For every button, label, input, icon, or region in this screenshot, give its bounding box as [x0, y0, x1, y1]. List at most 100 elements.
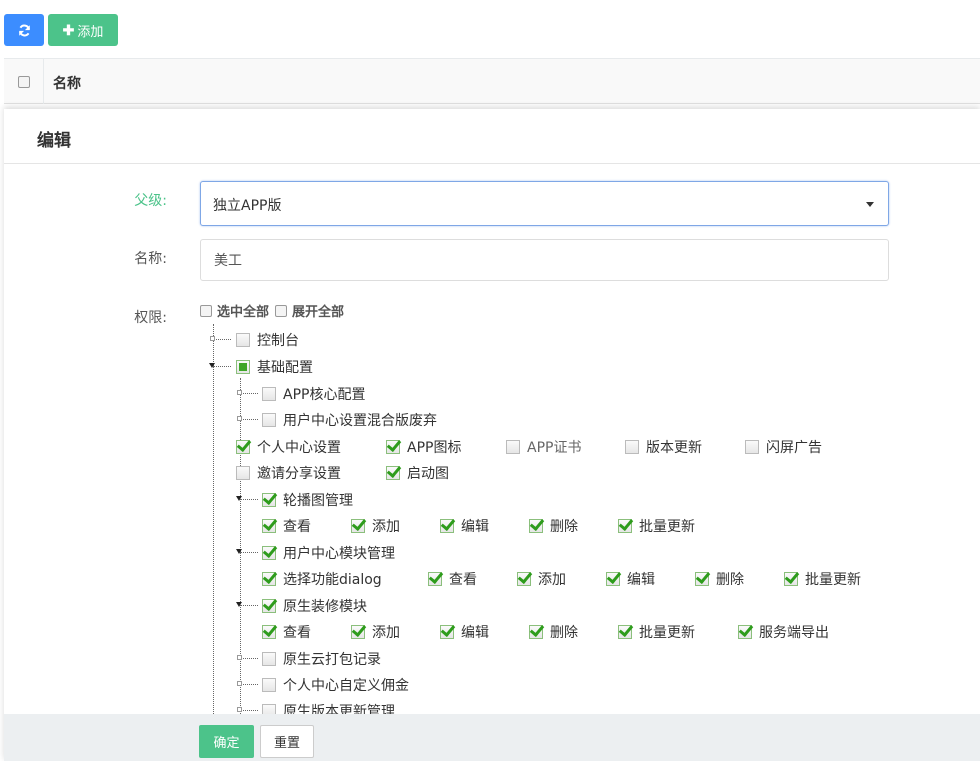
- checkbox-icon: [351, 625, 365, 639]
- tree-leaf[interactable]: 删除: [529, 622, 578, 642]
- checkbox-icon: [386, 440, 400, 454]
- checkbox-icon: [262, 572, 276, 586]
- refresh-icon: [18, 24, 30, 36]
- tree-line: [240, 419, 258, 420]
- column-header-name: 名称: [53, 76, 81, 92]
- checkbox-icon: [440, 519, 454, 533]
- reset-button[interactable]: 重置: [260, 725, 314, 758]
- tree-leaf-label: 添加: [538, 572, 566, 588]
- tree-leaf[interactable]: 闪屏广告: [745, 437, 822, 457]
- tree-leaf[interactable]: 删除: [529, 516, 578, 536]
- select-all-rows-checkbox[interactable]: [4, 59, 44, 104]
- tree-node-native-version[interactable]: 原生版本更新管理: [262, 701, 395, 714]
- modal-title: 编辑: [37, 131, 71, 151]
- tree-line: [213, 324, 214, 714]
- expand-all-toggle[interactable]: 展开全部: [275, 301, 344, 320]
- tree-leaf[interactable]: 服务端导出: [738, 622, 829, 642]
- expand-icon[interactable]: [237, 707, 242, 712]
- checkbox-icon: [236, 333, 250, 347]
- edit-modal: 编辑 父级: 独立APP版 名称: 权限: 选中全部 展开全部 控制台: [4, 109, 980, 761]
- tree-leaf[interactable]: 编辑: [606, 569, 655, 589]
- tree-leaf[interactable]: 添加: [517, 569, 566, 589]
- expand-icon[interactable]: [237, 655, 242, 660]
- tree-leaf[interactable]: 选择功能dialog: [262, 569, 382, 589]
- checkbox-icon: [606, 572, 620, 586]
- checkbox-icon: [275, 304, 288, 317]
- tree-leaf-label: 删除: [550, 625, 578, 641]
- collapse-icon[interactable]: [209, 363, 215, 368]
- tree-node-custom-commission[interactable]: 个人中心自定义佣金: [262, 675, 409, 695]
- add-button-label: 添加: [77, 23, 104, 39]
- checkbox-icon: [529, 519, 543, 533]
- tree-node-console[interactable]: 控制台: [236, 330, 299, 350]
- select-all-toggle[interactable]: 选中全部: [200, 301, 269, 320]
- tree-leaf-label: 闪屏广告: [766, 440, 822, 456]
- tree-leaf-label: 编辑: [461, 519, 489, 535]
- tree-node-label: 控制台: [257, 333, 299, 349]
- tree-leaf-label: 编辑: [461, 625, 489, 641]
- collapse-icon[interactable]: [236, 496, 242, 501]
- expand-icon[interactable]: [210, 336, 215, 341]
- tree-leaf-label: 选择功能dialog: [283, 572, 382, 588]
- tree-leaf[interactable]: 批量更新: [618, 516, 695, 536]
- add-button[interactable]: ✚ 添加: [48, 14, 118, 46]
- tree-leaf[interactable]: 查看: [262, 516, 311, 536]
- tree-node-label: 原生云打包记录: [283, 652, 381, 668]
- name-input[interactable]: [200, 239, 889, 281]
- tree-leaf-label: 查看: [283, 625, 311, 641]
- tree-leaf[interactable]: 个人中心设置: [236, 437, 341, 457]
- collapse-icon[interactable]: [236, 549, 242, 554]
- tree-leaf[interactable]: 添加: [351, 622, 400, 642]
- tree-line: [240, 552, 258, 553]
- collapse-icon[interactable]: [236, 602, 242, 607]
- tree-node-native-decor[interactable]: 原生装修模块: [262, 596, 367, 616]
- checkbox-icon: [262, 413, 276, 427]
- tree-leaf[interactable]: 编辑: [440, 516, 489, 536]
- checkbox-icon: [262, 704, 276, 714]
- tree-node-basic-config[interactable]: 基础配置: [236, 357, 313, 377]
- tree-leaf-label: 添加: [372, 519, 400, 535]
- tree-node-app-core-config[interactable]: APP核心配置: [262, 384, 365, 404]
- tree-node-carousel[interactable]: 轮播图管理: [262, 490, 353, 510]
- tree-node-user-center-mixed[interactable]: 用户中心设置混合版废弃: [262, 410, 437, 430]
- checkbox-icon: [262, 493, 276, 507]
- expand-icon[interactable]: [237, 390, 242, 395]
- tree-node-label: APP核心配置: [283, 387, 366, 403]
- tree-node-cloud-pack[interactable]: 原生云打包记录: [262, 649, 381, 669]
- tree-node-user-module[interactable]: 用户中心模块管理: [262, 543, 395, 563]
- tree-leaf-label: 启动图: [407, 466, 449, 482]
- tree-leaf-label: 查看: [283, 519, 311, 535]
- checkbox-icon: [386, 466, 400, 480]
- expand-icon[interactable]: [237, 416, 242, 421]
- tree-leaf[interactable]: 查看: [428, 569, 477, 589]
- tree-leaf-label: APP证书: [527, 440, 582, 456]
- checkbox-icon: [428, 572, 442, 586]
- tree-leaf[interactable]: 批量更新: [784, 569, 861, 589]
- parent-select[interactable]: 独立APP版: [200, 181, 889, 226]
- plus-icon: ✚: [62, 21, 75, 38]
- tree-leaf[interactable]: 邀请分享设置: [236, 463, 341, 483]
- confirm-button[interactable]: 确定: [199, 725, 254, 758]
- tree-leaf[interactable]: 查看: [262, 622, 311, 642]
- tree-leaf[interactable]: 删除: [695, 569, 744, 589]
- tree-leaf-label: 添加: [372, 625, 400, 641]
- tree-leaf[interactable]: APP图标: [386, 437, 461, 457]
- tree-leaf[interactable]: 批量更新: [618, 622, 695, 642]
- checkbox-icon: [784, 572, 798, 586]
- tree-leaf[interactable]: APP证书: [506, 437, 581, 457]
- tree-node-label: 原生装修模块: [283, 599, 367, 615]
- checkbox-icon: [745, 440, 759, 454]
- modal-header: 编辑: [4, 109, 980, 164]
- tree-leaf-label: 批量更新: [805, 572, 861, 588]
- checkbox-icon: [517, 572, 531, 586]
- tree-leaf[interactable]: 编辑: [440, 622, 489, 642]
- tree-leaf[interactable]: 添加: [351, 516, 400, 536]
- tree-leaf[interactable]: 版本更新: [625, 437, 702, 457]
- expand-icon[interactable]: [237, 681, 242, 686]
- checkbox-icon: [262, 546, 276, 560]
- checkbox-icon: [262, 519, 276, 533]
- checkbox-icon: [738, 625, 752, 639]
- tree-leaf[interactable]: 启动图: [386, 463, 449, 483]
- refresh-button[interactable]: [4, 14, 44, 46]
- tree-node-label: 个人中心自定义佣金: [283, 678, 409, 694]
